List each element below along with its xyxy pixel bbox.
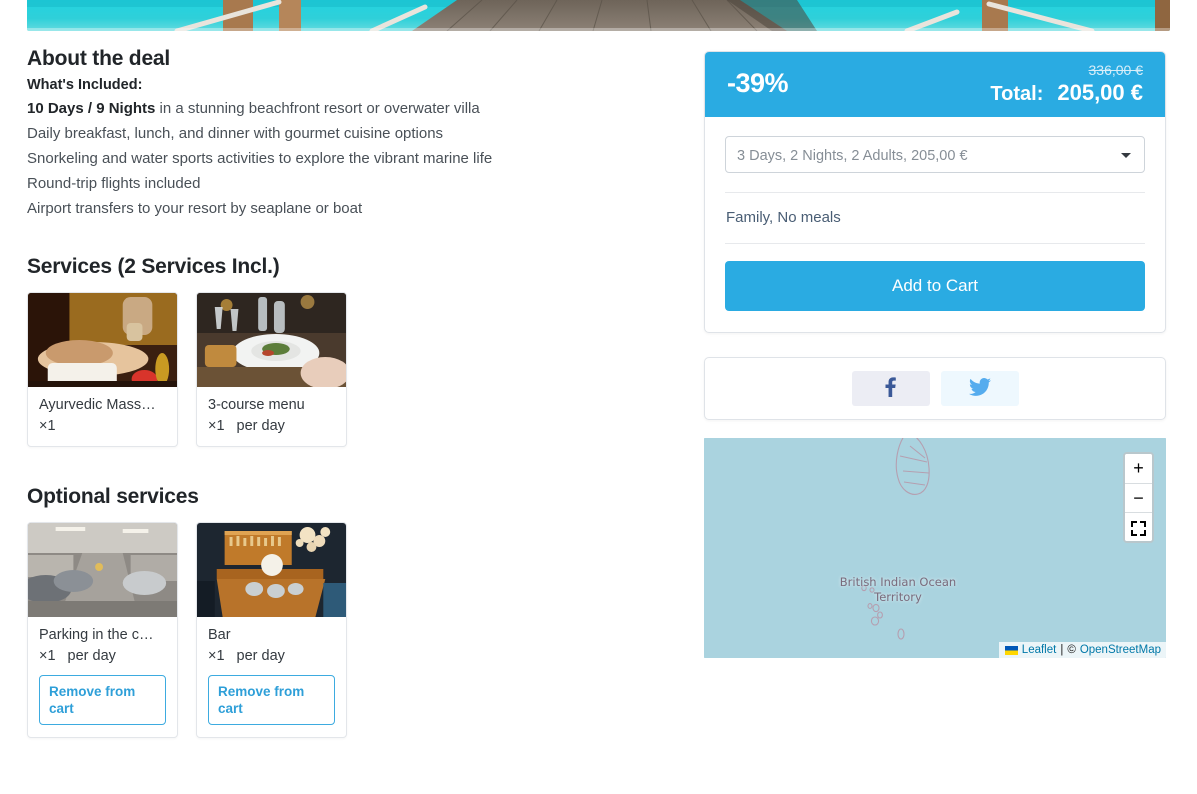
- optional-service-meta: ×1 per day: [208, 648, 335, 664]
- share-twitter-button[interactable]: [940, 371, 1019, 406]
- old-price: 336,00 €: [1088, 62, 1144, 78]
- optional-service-meta: ×1 per day: [39, 648, 166, 664]
- attribution-separator: |: [1060, 644, 1064, 656]
- twitter-icon: [968, 378, 991, 399]
- add-to-cart-button[interactable]: Add to Cart: [725, 261, 1145, 311]
- service-meta: ×1: [39, 418, 166, 434]
- divider: [725, 243, 1145, 244]
- hero-photo: [27, 0, 1170, 31]
- total-row: Total: 205,00 €: [990, 80, 1143, 105]
- openstreetmap-link[interactable]: OpenStreetMap: [1080, 644, 1161, 656]
- optional-services-title: Optional services: [27, 485, 199, 508]
- share-facebook-button[interactable]: [851, 371, 930, 406]
- about-title: About the deal: [27, 47, 171, 70]
- optional-service-name: Bar: [208, 627, 231, 643]
- location-map[interactable]: British Indian Ocean Territory + − Leafl…: [704, 438, 1166, 658]
- optional-service-name: Parking in the c…: [39, 627, 154, 643]
- service-qty: ×1: [39, 418, 56, 434]
- included-line: 10 Days / 9 Nights in a stunning beachfr…: [27, 96, 657, 121]
- deal-detail-page: About the deal What's Included: 10 Days …: [0, 0, 1197, 794]
- copyright-icon: ©: [1067, 644, 1076, 656]
- service-card[interactable]: 3-course menu ×1 per day: [196, 292, 347, 447]
- hero-image: [27, 0, 1170, 31]
- variant-summary: Family, No meals: [726, 209, 841, 226]
- service-name: 3-course menu: [208, 397, 305, 413]
- remove-from-cart-button[interactable]: Remove from cart: [208, 675, 335, 725]
- included-line-bold: 10 Days / 9 Nights: [27, 100, 156, 117]
- right-column: -39% 336,00 € Total: 205,00 € 3 Days, 2 …: [704, 51, 1166, 658]
- map-tiles: [704, 438, 1166, 658]
- optional-services-card-grid: Parking in the c… ×1 per day Remove from …: [27, 522, 657, 738]
- facebook-icon: [885, 377, 896, 400]
- map-attribution: Leaflet | © OpenStreetMap: [998, 642, 1166, 658]
- discount-badge: -39%: [727, 68, 789, 98]
- chevron-down-icon: [1121, 153, 1131, 158]
- optional-service-period: per day: [236, 648, 285, 664]
- service-name: Ayurvedic Mass…: [39, 397, 156, 413]
- optional-service-card-body: Bar ×1 per day Remove from cart: [197, 617, 346, 737]
- map-zoom-controls: + −: [1123, 452, 1154, 543]
- service-card-body: Ayurvedic Mass… ×1: [28, 387, 177, 446]
- parking-garage-photo: [28, 523, 177, 617]
- zoom-out-button[interactable]: −: [1125, 483, 1152, 512]
- service-card-body: 3-course menu ×1 per day: [197, 387, 346, 446]
- price-summary: 336,00 € Total: 205,00 €: [990, 63, 1143, 104]
- fullscreen-icon: [1131, 520, 1146, 536]
- included-line: Snorkeling and water sports activities t…: [27, 150, 493, 167]
- service-meta: ×1 per day: [208, 418, 335, 434]
- included-line: Round-trip flights included: [27, 175, 201, 192]
- fullscreen-button[interactable]: [1125, 512, 1152, 541]
- price-header: -39% 336,00 € Total: 205,00 €: [705, 52, 1165, 117]
- whats-included-label: What's Included:: [27, 77, 143, 93]
- total-value: 205,00 €: [1057, 80, 1143, 105]
- included-line: Daily breakfast, lunch, and dinner with …: [27, 125, 444, 142]
- hotel-bar-photo: [197, 523, 346, 617]
- package-select[interactable]: 3 Days, 2 Nights, 2 Adults, 205,00 €: [725, 136, 1145, 173]
- optional-service-card[interactable]: Bar ×1 per day Remove from cart: [196, 522, 347, 738]
- ukraine-flag-icon: [1004, 645, 1018, 655]
- left-column: About the deal What's Included: 10 Days …: [27, 47, 657, 738]
- optional-service-period: per day: [67, 648, 116, 664]
- total-label: Total:: [990, 83, 1044, 105]
- booking-panel-body: 3 Days, 2 Nights, 2 Adults, 205,00 € Fam…: [705, 117, 1165, 332]
- optional-service-card[interactable]: Parking in the c… ×1 per day Remove from …: [27, 522, 178, 738]
- services-card-grid: Ayurvedic Mass… ×1 3-course menu ×1 per …: [27, 292, 657, 447]
- optional-service-qty: ×1: [208, 648, 225, 664]
- restaurant-dish-photo: [197, 293, 346, 387]
- optional-service-qty: ×1: [39, 648, 56, 664]
- service-card[interactable]: Ayurvedic Mass… ×1: [27, 292, 178, 447]
- remove-from-cart-button[interactable]: Remove from cart: [39, 675, 166, 725]
- zoom-in-button[interactable]: +: [1125, 454, 1152, 483]
- included-line-text: in a stunning beachfront resort or overw…: [155, 100, 480, 117]
- optional-service-card-body: Parking in the c… ×1 per day Remove from …: [28, 617, 177, 737]
- services-title: Services (2 Services Incl.): [27, 255, 280, 278]
- package-select-value: 3 Days, 2 Nights, 2 Adults, 205,00 €: [737, 147, 968, 164]
- booking-panel: -39% 336,00 € Total: 205,00 € 3 Days, 2 …: [704, 51, 1166, 333]
- service-qty: ×1: [208, 418, 225, 434]
- leaflet-link[interactable]: Leaflet: [1022, 644, 1057, 656]
- service-period: per day: [236, 418, 285, 434]
- massage-photo: [28, 293, 177, 387]
- social-share-panel: [704, 357, 1166, 420]
- included-list: 10 Days / 9 Nights in a stunning beachfr…: [27, 96, 657, 221]
- included-line: Airport transfers to your resort by seap…: [27, 200, 363, 217]
